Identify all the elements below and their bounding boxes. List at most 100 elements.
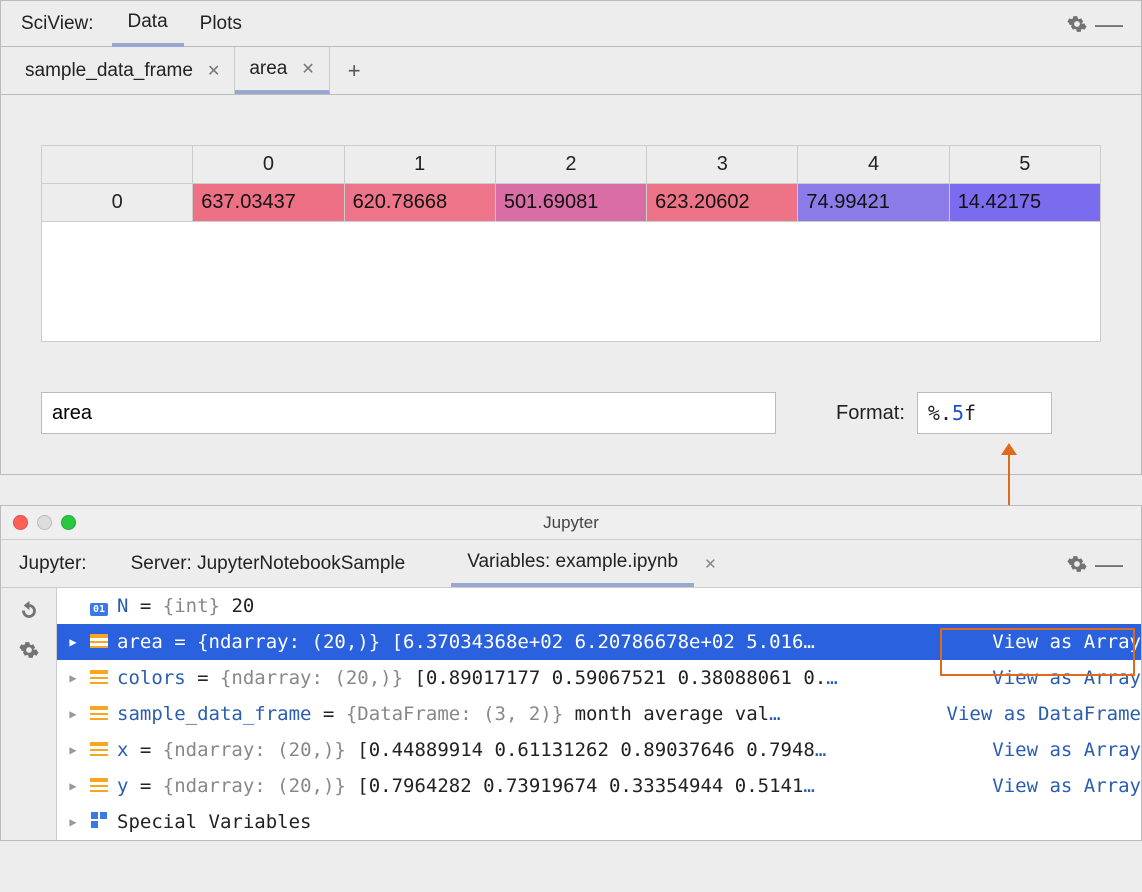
variable-row-n[interactable]: 01 N = {int} 20 <box>57 588 1141 624</box>
traffic-lights <box>13 515 76 530</box>
cell[interactable]: 623.20602 <box>647 184 798 222</box>
grid-empty-area <box>41 222 1101 342</box>
file-tab-label: area <box>249 58 287 80</box>
tab-variables[interactable]: Variables: example.ipynb <box>451 541 694 587</box>
expression-input[interactable] <box>41 392 776 434</box>
jupyter-header: Jupyter: Server: JupyterNotebookSample V… <box>1 540 1141 588</box>
var-value: [6.37034368e+02 6.20786678e+02 5.016 <box>392 631 804 653</box>
file-tab-area[interactable]: area ✕ <box>235 47 329 94</box>
cell[interactable]: 620.78668 <box>344 184 495 222</box>
var-name: N <box>117 595 128 617</box>
var-value: [0.7964282 0.73919674 0.33354944 0.5141 <box>357 775 803 797</box>
var-type: {ndarray: (20,)} <box>197 631 380 653</box>
var-name: sample_data_frame <box>117 703 311 725</box>
expand-icon[interactable]: ▶ <box>65 635 81 649</box>
tab-variables-label: Variables: example.ipynb <box>467 551 678 572</box>
expand-icon[interactable]: ▶ <box>65 671 81 685</box>
col-header[interactable]: 2 <box>495 146 646 184</box>
cell[interactable]: 637.03437 <box>193 184 344 222</box>
data-grid: 0 1 2 3 4 5 0 637.03437 620.78668 501.69… <box>1 95 1141 362</box>
gear-icon[interactable] <box>1067 554 1087 574</box>
int-icon: 01 <box>87 595 111 617</box>
tab-server[interactable]: Server: JupyterNotebookSample <box>115 543 422 585</box>
format-post: f <box>964 401 976 425</box>
refresh-icon[interactable] <box>18 600 40 622</box>
var-value: [0.44889914 0.61131262 0.89037646 0.7948 <box>357 739 815 761</box>
jupyter-body: 01 N = {int} 20 ▶ area = {ndarray: (20,)… <box>1 588 1141 840</box>
variable-row-sample-data-frame[interactable]: ▶ sample_data_frame = {DataFrame: (3, 2)… <box>57 696 1141 732</box>
view-as-array-link[interactable]: View as Array <box>992 775 1141 797</box>
ndarray-icon <box>87 739 111 761</box>
sciview-header: SciView: Data Plots — <box>1 1 1141 47</box>
window-titlebar: Jupyter <box>1 506 1141 540</box>
cell[interactable]: 74.99421 <box>798 184 949 222</box>
var-type: {ndarray: (20,)} <box>163 739 346 761</box>
variable-row-special[interactable]: ▶ Special Variables <box>57 804 1141 840</box>
sciview-label: SciView: <box>21 13 94 35</box>
variable-row-x[interactable]: ▶ x = {ndarray: (20,)} [0.44889914 0.611… <box>57 732 1141 768</box>
cell[interactable]: 14.42175 <box>949 184 1100 222</box>
minimize-window-button[interactable] <box>37 515 52 530</box>
close-icon[interactable]: ✕ <box>301 59 314 79</box>
view-as-dataframe-link[interactable]: View as DataFrame <box>947 703 1141 725</box>
col-header[interactable]: 3 <box>647 146 798 184</box>
sciview-panel: SciView: Data Plots — sample_data_frame … <box>0 0 1142 475</box>
var-type: {DataFrame: (3, 2)} <box>346 703 563 725</box>
zoom-window-button[interactable] <box>61 515 76 530</box>
ndarray-icon <box>87 631 111 653</box>
variables-list: 01 N = {int} 20 ▶ area = {ndarray: (20,)… <box>57 588 1141 840</box>
var-label: Special Variables <box>117 811 311 833</box>
cell[interactable]: 501.69081 <box>495 184 646 222</box>
file-tabs: sample_data_frame ✕ area ✕ + <box>1 47 1141 95</box>
expand-icon[interactable]: ▶ <box>65 707 81 721</box>
var-type: {int} <box>163 595 220 617</box>
expand-icon[interactable]: ▶ <box>65 815 81 829</box>
variable-row-y[interactable]: ▶ y = {ndarray: (20,)} [0.7964282 0.7391… <box>57 768 1141 804</box>
gear-icon[interactable] <box>19 640 39 660</box>
bottom-controls: Format: %.5f <box>1 362 1141 474</box>
file-tab-sample-data-frame[interactable]: sample_data_frame ✕ <box>11 47 235 94</box>
col-header[interactable]: 1 <box>344 146 495 184</box>
format-pre: %. <box>928 401 952 425</box>
close-icon[interactable]: ✕ <box>704 555 717 573</box>
view-as-array-link[interactable]: View as Array <box>992 667 1141 689</box>
format-mid: 5 <box>952 401 964 425</box>
view-as-array-link[interactable]: View as Array <box>992 739 1141 761</box>
close-window-button[interactable] <box>13 515 28 530</box>
variable-row-colors[interactable]: ▶ colors = {ndarray: (20,)} [0.89017177 … <box>57 660 1141 696</box>
tab-data[interactable]: Data <box>112 1 184 47</box>
col-header[interactable]: 0 <box>193 146 344 184</box>
expand-icon[interactable]: ▶ <box>65 743 81 757</box>
format-label: Format: <box>836 402 905 425</box>
jupyter-panel: Jupyter Jupyter: Server: JupyterNotebook… <box>0 505 1142 841</box>
gear-icon[interactable] <box>1067 14 1087 34</box>
file-tab-label: sample_data_frame <box>25 60 193 82</box>
minimize-icon[interactable]: — <box>1087 8 1131 40</box>
view-as-array-link[interactable]: View as Array <box>992 631 1141 653</box>
corner-cell <box>42 146 193 184</box>
gutter <box>1 588 57 840</box>
ndarray-icon <box>87 667 111 689</box>
col-header[interactable]: 4 <box>798 146 949 184</box>
row-header[interactable]: 0 <box>42 184 193 222</box>
col-header[interactable]: 5 <box>949 146 1100 184</box>
ndarray-icon <box>87 775 111 797</box>
variable-row-area[interactable]: ▶ area = {ndarray: (20,)} [6.37034368e+0… <box>57 624 1141 660</box>
format-input[interactable]: %.5f <box>917 392 1052 434</box>
special-vars-icon <box>87 811 111 833</box>
minimize-icon[interactable]: — <box>1087 548 1131 580</box>
var-value: [0.89017177 0.59067521 0.38088061 0. <box>414 667 826 689</box>
close-icon[interactable]: ✕ <box>207 61 220 81</box>
expand-icon[interactable]: ▶ <box>65 779 81 793</box>
var-name: y <box>117 775 128 797</box>
var-type: {ndarray: (20,)} <box>163 775 346 797</box>
add-tab-button[interactable]: + <box>330 58 379 84</box>
ndarray-icon <box>87 703 111 725</box>
tab-plots[interactable]: Plots <box>184 3 258 45</box>
window-title: Jupyter <box>543 513 599 533</box>
array-table[interactable]: 0 1 2 3 4 5 0 637.03437 620.78668 501.69… <box>41 145 1101 222</box>
var-name: area <box>117 631 163 653</box>
var-name: colors <box>117 667 186 689</box>
var-type: {ndarray: (20,)} <box>220 667 403 689</box>
var-name: x <box>117 739 128 761</box>
